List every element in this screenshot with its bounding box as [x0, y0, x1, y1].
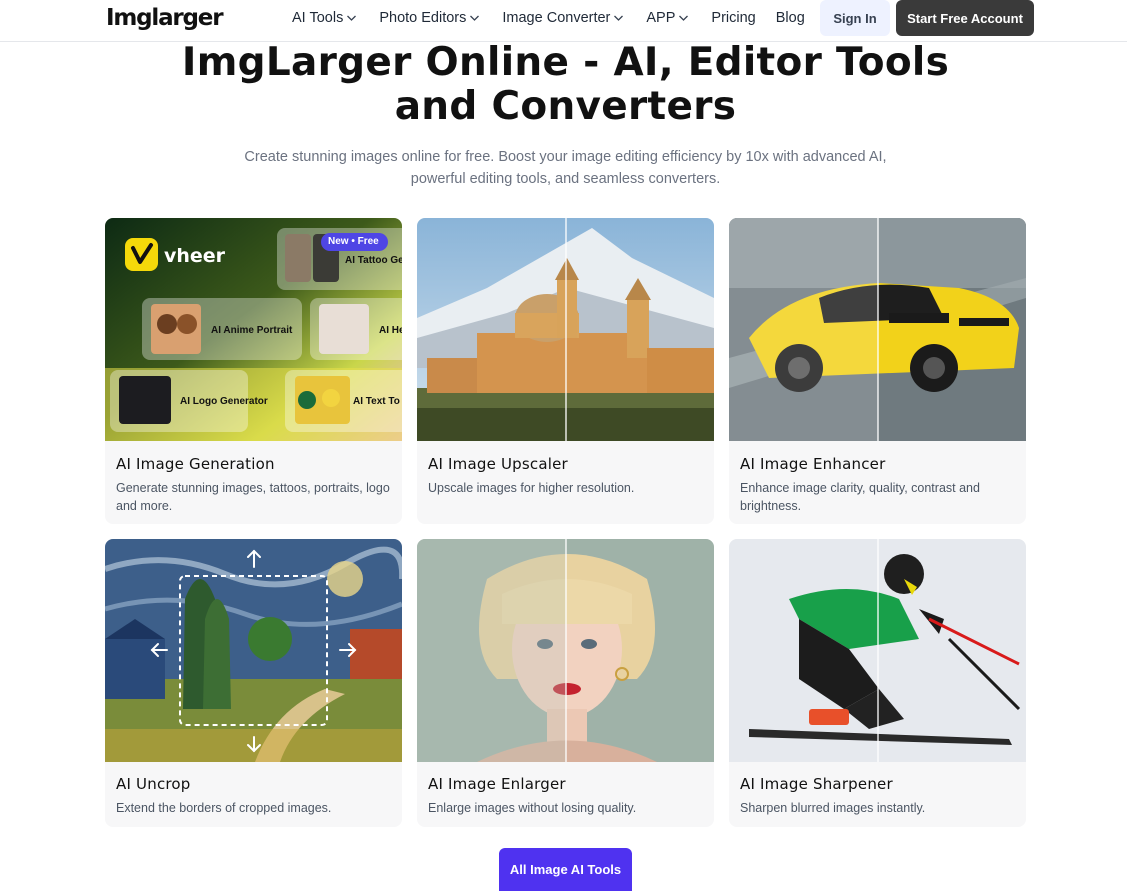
page-subtitle-line-1: Create stunning images online for free. … [244, 149, 887, 165]
nav-app-label: APP [646, 10, 676, 26]
vheer-logo-icon [125, 238, 158, 271]
main-nav: AI Tools Photo Editors Image Converter A… [292, 0, 825, 36]
tool-card-ai-image-enlarger[interactable]: AI Image Enlarger Enlarge images without… [417, 539, 714, 827]
tool-card-ai-uncrop[interactable]: AI Uncrop Extend the borders of cropped … [105, 539, 402, 827]
new-free-badge: New • Free [328, 236, 379, 247]
skier-photo [729, 539, 1026, 762]
race-car-photo [729, 218, 1026, 441]
sign-in-button[interactable]: Sign In [820, 0, 890, 36]
nav-pricing[interactable]: Pricing [711, 10, 755, 26]
church-mountain-photo [417, 218, 714, 441]
card-description: Upscale images for higher resolution. [428, 481, 635, 495]
starry-landscape-painting [105, 539, 402, 762]
promo-tile-label: AI Text To I [353, 396, 402, 407]
promo-tile-label: AI Anime Portrait [211, 325, 293, 336]
nav-photo-editors[interactable]: Photo Editors [379, 10, 480, 26]
site-header: Imglarger AI Tools Photo Editors Image C… [0, 0, 1127, 42]
nav-pricing-label: Pricing [711, 10, 756, 26]
chevron-down-icon [614, 15, 624, 21]
card-description: Enhance image clarity, quality, contrast… [740, 481, 980, 513]
page-title: ImgLarger Online - AI, Editor Tools and … [0, 41, 1127, 129]
tool-card-ai-image-enhancer[interactable]: AI Image Enhancer Enhance image clarity,… [729, 218, 1026, 524]
card-description: Extend the borders of cropped images. [116, 801, 332, 815]
ai-image-upscaler-thumbnail [417, 218, 714, 441]
chevron-down-icon [679, 15, 689, 21]
ai-image-sharpener-thumbnail [729, 539, 1026, 762]
vheer-brand-text: vheer [164, 245, 226, 267]
nav-photo-editors-label: Photo Editors [379, 10, 467, 26]
card-title: AI Image Enlarger [428, 775, 566, 793]
all-image-ai-tools-button[interactable]: All Image AI Tools [499, 848, 632, 891]
page-subtitle-line-2: powerful editing tools, and seamless con… [410, 171, 721, 187]
promo-tile-label: AI Tattoo Ge [345, 255, 402, 266]
ai-uncrop-thumbnail [105, 539, 402, 762]
page-title-line-1: ImgLarger Online - AI, Editor Tools [181, 40, 950, 85]
card-title: AI Image Upscaler [428, 455, 568, 473]
page-title-line-2: and Converters [394, 84, 737, 129]
ai-image-generation-thumbnail: vheer New • Free AI Tattoo Ge AI Anime P… [105, 218, 402, 441]
card-description: Sharpen blurred images instantly. [740, 801, 926, 815]
tool-card-ai-image-sharpener[interactable]: AI Image Sharpener Sharpen blurred image… [729, 539, 1026, 827]
card-title: AI Image Generation [116, 455, 275, 473]
chevron-down-icon [347, 15, 357, 21]
card-description: Generate stunning images, tattoos, portr… [116, 481, 390, 513]
nav-image-converter-label: Image Converter [502, 10, 611, 26]
ai-image-enhancer-thumbnail [729, 218, 1026, 441]
card-title: AI Image Sharpener [740, 775, 893, 793]
card-description: Enlarge images without losing quality. [428, 801, 637, 815]
nav-image-converter[interactable]: Image Converter [502, 10, 624, 26]
promo-tile-label: AI He [379, 325, 402, 336]
card-title: AI Image Enhancer [740, 455, 886, 473]
nav-ai-tools-label: AI Tools [292, 10, 344, 26]
page-subtitle: Create stunning images online for free. … [240, 146, 891, 190]
chevron-down-icon [470, 15, 480, 21]
nav-blog-label: Blog [775, 10, 805, 26]
promo-tile-label: AI Logo Generator [180, 396, 268, 407]
nav-app[interactable]: APP [646, 10, 689, 26]
portrait-photo [417, 539, 714, 762]
ai-image-enlarger-thumbnail [417, 539, 714, 762]
tool-card-ai-image-generation[interactable]: vheer New • Free AI Tattoo Ge AI Anime P… [105, 218, 402, 524]
start-free-account-button[interactable]: Start Free Account [896, 0, 1034, 36]
nav-blog[interactable]: Blog [776, 10, 805, 26]
tool-card-ai-image-upscaler[interactable]: AI Image Upscaler Upscale images for hig… [417, 218, 714, 524]
card-title: AI Uncrop [116, 775, 191, 793]
site-logo[interactable]: Imglarger [106, 5, 224, 31]
nav-ai-tools[interactable]: AI Tools [292, 10, 357, 26]
